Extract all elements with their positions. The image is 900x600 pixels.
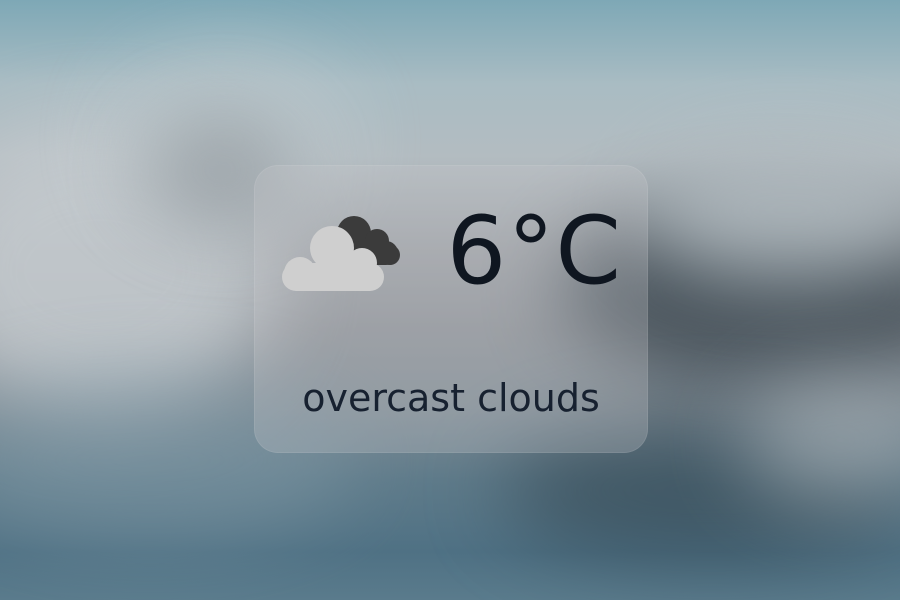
weather-card: 6°C overcast clouds bbox=[254, 165, 648, 453]
cloud-icon bbox=[278, 211, 408, 301]
weather-description: overcast clouds bbox=[302, 376, 600, 420]
temperature-value: 6°C bbox=[446, 197, 622, 306]
